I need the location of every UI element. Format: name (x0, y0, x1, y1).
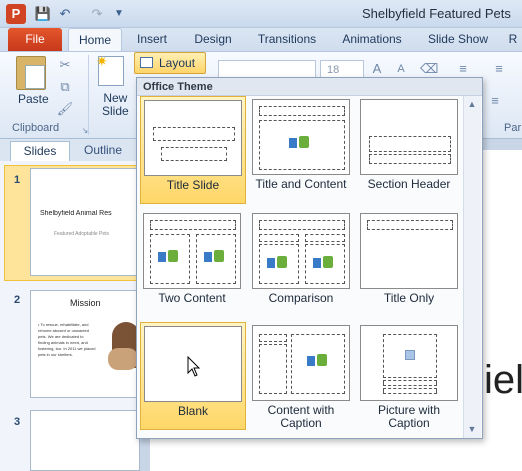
layout-label: Picture with Caption (377, 403, 441, 430)
tab-animations[interactable]: Animations (334, 28, 410, 52)
layout-label: Title Slide (166, 178, 220, 192)
numbering-icon[interactable]: ≡ (490, 60, 508, 78)
mouse-cursor-icon (187, 356, 201, 377)
tab-transitions[interactable]: Transitions (248, 28, 326, 52)
group-separator (88, 55, 89, 135)
paste-button-label[interactable]: Paste (18, 92, 49, 106)
slide-1-title: Shelbyfield Animal Res (40, 210, 112, 217)
gallery-scrollbar[interactable] (463, 96, 481, 438)
layout-preview (360, 99, 458, 175)
powerpoint-logo-icon[interactable]: P (6, 4, 26, 24)
picture-placeholder-icon (405, 350, 415, 360)
content-placeholder-icon (307, 354, 329, 368)
scroll-down-icon[interactable]: ▼ (465, 422, 479, 436)
content-placeholder-icon (267, 256, 289, 270)
sparkle-icon: ✷ (96, 53, 108, 69)
tab-insert[interactable]: Insert (126, 28, 178, 52)
layout-label: Two Content (158, 291, 226, 305)
grow-font-icon[interactable]: A (368, 60, 386, 78)
bullets-icon[interactable]: ≡ (454, 60, 472, 78)
tab-review[interactable]: R (504, 28, 522, 52)
tab-file[interactable]: File (8, 28, 62, 51)
layout-preview (252, 325, 350, 401)
layout-preview (360, 325, 458, 401)
save-icon[interactable]: 💾 (34, 5, 52, 23)
layout-icon (140, 57, 153, 68)
dialog-launcher-icon[interactable]: ↘ (76, 122, 94, 140)
layout-preview (252, 213, 350, 289)
layout-preview (252, 99, 350, 175)
tab-outline[interactable]: Outline (74, 141, 132, 161)
format-painter-icon[interactable]: 🖌 (56, 100, 74, 118)
slide-number: 2 (14, 294, 21, 306)
layout-content-with-caption[interactable]: Content with Caption (249, 322, 355, 430)
undo-icon[interactable]: ↶ (56, 5, 74, 23)
layout-label: Comparison (268, 291, 334, 305)
shrink-font-icon[interactable]: A (392, 60, 410, 78)
layout-preview (360, 213, 458, 289)
customize-qat-icon[interactable]: ▼ (110, 5, 128, 23)
scroll-up-icon[interactable]: ▲ (465, 98, 479, 110)
tab-slides[interactable]: Slides (10, 141, 70, 161)
layout-label: Content with Caption (267, 403, 335, 430)
layout-button-label: Layout (159, 56, 196, 70)
cut-icon[interactable]: ✂ (56, 56, 74, 74)
clear-formatting-icon[interactable]: ⌫ (420, 60, 438, 78)
tab-slide-show[interactable]: Slide Show (420, 28, 496, 52)
slide-number: 1 (14, 174, 21, 186)
layout-two-content[interactable]: Two Content (140, 210, 246, 318)
slide-1-subtitle: Featured Adoptable Pets (54, 231, 110, 237)
window-title: Shelbyfield Featured Pets (362, 6, 511, 21)
layout-picture-with-caption[interactable]: Picture with Caption (357, 322, 463, 430)
slide-2-title: Mission (70, 298, 101, 308)
layout-title-slide[interactable]: Title Slide (140, 96, 246, 204)
layout-label: Title Only (383, 291, 435, 305)
layout-label: Section Header (367, 177, 451, 191)
layout-section-header[interactable]: Section Header (357, 96, 463, 204)
slide-thumbnail-1[interactable] (30, 168, 140, 276)
layout-title-only[interactable]: Title Only (357, 210, 463, 318)
layout-title-and-content[interactable]: Title and Content (249, 96, 355, 204)
content-placeholder-icon (313, 256, 335, 270)
layout-preview (144, 100, 242, 176)
new-slide-button-label[interactable]: New Slide (102, 92, 129, 118)
dog-photo-detail (108, 348, 138, 370)
slide-thumbnail-3[interactable] (30, 410, 140, 471)
slide-number: 3 (14, 416, 21, 428)
layout-comparison[interactable]: Comparison (249, 210, 355, 318)
content-placeholder-icon (289, 136, 311, 150)
layout-label: Blank (177, 404, 209, 418)
clipboard-group-label: Clipboard (12, 122, 60, 134)
copy-icon[interactable]: ⧉ (56, 78, 74, 96)
layout-preview (143, 213, 241, 289)
layout-label: Title and Content (255, 177, 347, 191)
align-right-icon[interactable]: ≡ (486, 92, 504, 110)
content-placeholder-icon (204, 250, 226, 264)
content-placeholder-icon (158, 250, 180, 264)
paste-icon[interactable] (16, 56, 46, 90)
tab-design[interactable]: Design (186, 28, 240, 52)
redo-icon[interactable]: ↷ (88, 5, 106, 23)
tab-home[interactable]: Home (68, 28, 122, 52)
gallery-header: Office Theme (137, 78, 482, 96)
slide-2-bullets: • To rescue, rehabilitate, and rehome ab… (38, 322, 96, 357)
slide-body-text[interactable]: iel (484, 358, 522, 403)
paragraph-group-label: Par (504, 122, 522, 134)
